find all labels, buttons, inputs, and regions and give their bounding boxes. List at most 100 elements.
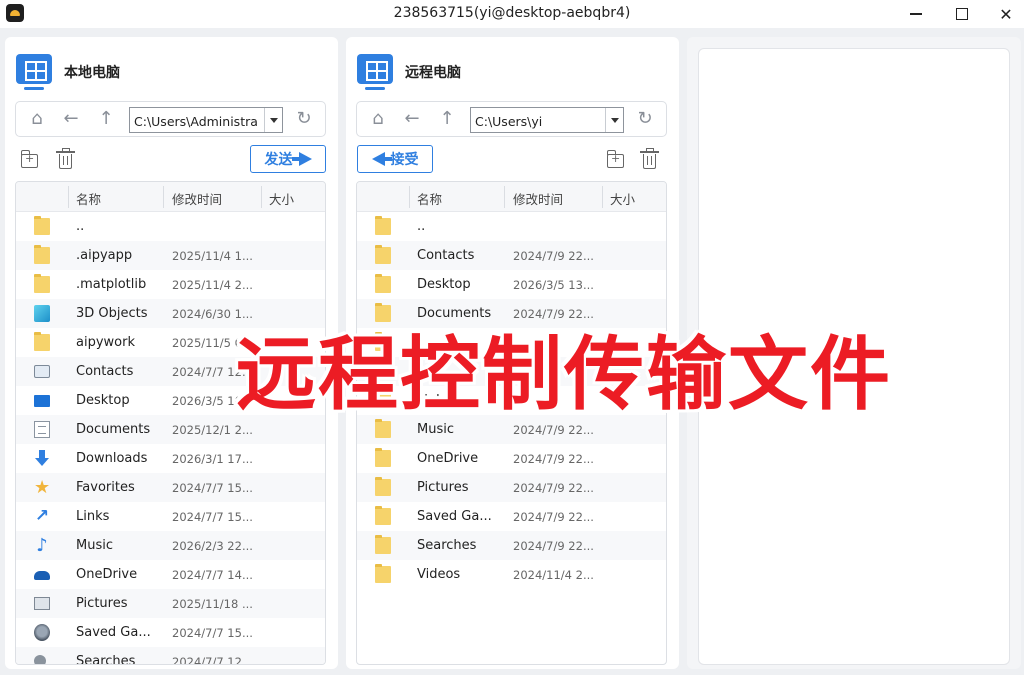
folder-icon: [34, 216, 50, 235]
local-nav-bar: ⌂ ← ↑ ↻: [15, 101, 326, 137]
refresh-icon[interactable]: ↻: [634, 108, 656, 130]
table-row[interactable]: ♪ Music 2026/2/3 22...: [16, 531, 325, 560]
file-modified-date: 2025/11/4 2...: [172, 278, 253, 292]
home-icon[interactable]: ⌂: [26, 108, 48, 130]
file-name: Saved Ga...: [76, 625, 151, 640]
folder-icon: [375, 535, 391, 554]
table-row[interactable]: ..: [16, 212, 325, 241]
home-icon[interactable]: ⌂: [367, 108, 389, 130]
window-title: 238563715(yi@desktop-aebqbr4): [393, 5, 631, 21]
column-name[interactable]: 名称: [417, 189, 442, 208]
column-modified[interactable]: 修改时间: [513, 189, 563, 208]
computer-icon: [15, 53, 53, 91]
close-button[interactable]: ✕: [986, 0, 1024, 28]
column-modified[interactable]: 修改时间: [172, 189, 222, 208]
favorites-icon: ★: [34, 477, 51, 498]
file-name: Contacts: [76, 364, 134, 379]
refresh-icon[interactable]: ↻: [293, 108, 315, 130]
file-name: .aipyapp: [76, 248, 133, 263]
file-modified-date: 2025/11/4 1...: [172, 249, 253, 263]
documents-icon: [34, 421, 50, 438]
column-size[interactable]: 大小: [610, 189, 635, 208]
table-row[interactable]: Saved Ga... 2024/7/9 22...: [357, 502, 666, 531]
remote-path-input[interactable]: [475, 112, 599, 130]
local-rows: .. .aipyapp 2025/11/4 1... .matplotlib 2025/…: [16, 212, 325, 665]
file-modified-date: 2024/11/4 2...: [513, 568, 594, 582]
file-name: Pictures: [417, 480, 469, 495]
contacts-icon: [34, 365, 50, 378]
chevron-down-icon[interactable]: [605, 108, 623, 132]
table-row[interactable]: ..: [357, 212, 666, 241]
file-name: 3D Objects: [76, 306, 148, 321]
table-row[interactable]: Searches 2024/7/7 12...: [16, 647, 325, 665]
table-row[interactable]: .matplotlib 2025/11/4 2...: [16, 270, 325, 299]
file-name: OneDrive: [76, 567, 138, 582]
table-row[interactable]: Contacts 2024/7/9 22...: [357, 241, 666, 270]
desktop-icon: [34, 395, 50, 407]
table-row[interactable]: Desktop 2026/3/5 13...: [357, 270, 666, 299]
local-path-input[interactable]: [134, 112, 258, 130]
folder-icon: [375, 506, 391, 525]
new-folder-icon[interactable]: [19, 149, 41, 171]
minimize-icon: [910, 13, 922, 15]
maximize-icon: [956, 8, 968, 20]
file-modified-date: 2024/7/7 14...: [172, 568, 253, 582]
arrow-right-icon: [291, 152, 312, 166]
table-row[interactable]: Downloads 2026/3/1 17...: [16, 444, 325, 473]
local-panel-title: 本地电脑: [64, 65, 120, 81]
table-row[interactable]: Pictures 2024/7/9 22...: [357, 473, 666, 502]
remote-path-combobox[interactable]: [470, 107, 624, 133]
receive-button-label: 接受: [390, 152, 419, 168]
up-arrow-icon[interactable]: ↑: [436, 108, 458, 130]
back-arrow-icon[interactable]: ←: [401, 108, 423, 130]
column-size[interactable]: 大小: [269, 189, 294, 208]
local-toolbar: 发送: [15, 145, 326, 175]
trash-icon[interactable]: [639, 148, 661, 171]
folder-icon: [34, 274, 50, 293]
table-row[interactable]: ↗ Links 2024/7/7 15...: [16, 502, 325, 531]
maximize-button[interactable]: [942, 0, 982, 28]
file-modified-date: 2024/7/7 15...: [172, 626, 253, 640]
trash-icon[interactable]: [55, 148, 77, 171]
table-row[interactable]: Videos 2024/11/4 2...: [357, 560, 666, 589]
minimize-button[interactable]: [896, 0, 936, 28]
file-modified-date: 2024/7/9 22...: [513, 481, 594, 495]
chevron-down-icon[interactable]: [264, 108, 282, 132]
send-button[interactable]: 发送: [250, 145, 326, 173]
file-modified-date: 2025/11/18 ...: [172, 597, 253, 611]
file-name: Links: [76, 509, 110, 524]
file-name: Searches: [417, 538, 477, 553]
table-row[interactable]: OneDrive 2024/7/7 14...: [16, 560, 325, 589]
table-row[interactable]: Saved Ga... 2024/7/7 15...: [16, 618, 325, 647]
onedrive-icon: [34, 571, 50, 580]
up-arrow-icon[interactable]: ↑: [95, 108, 117, 130]
file-modified-date: 2024/7/7 12...: [172, 655, 253, 665]
searches-icon: [34, 655, 46, 664]
local-path-combobox[interactable]: [129, 107, 283, 133]
folder-icon: [375, 216, 391, 235]
back-arrow-icon[interactable]: ←: [60, 108, 82, 130]
table-row[interactable]: Searches 2024/7/9 22...: [357, 531, 666, 560]
receive-button[interactable]: 接受: [357, 145, 433, 173]
file-name: Saved Ga...: [417, 509, 492, 524]
folder-icon: [375, 274, 391, 293]
table-row[interactable]: ★ Favorites 2024/7/7 15...: [16, 473, 325, 502]
table-row[interactable]: .aipyapp 2025/11/4 1...: [16, 241, 325, 270]
file-name: ..: [417, 219, 426, 234]
file-modified-date: 2026/3/1 17...: [172, 452, 253, 466]
file-modified-date: 2026/2/3 22...: [172, 539, 253, 553]
file-name: Downloads: [76, 451, 148, 466]
file-name: .matplotlib: [76, 277, 147, 292]
file-modified-date: 2024/7/7 15...: [172, 510, 253, 524]
new-folder-icon[interactable]: [605, 149, 627, 171]
table-row[interactable]: OneDrive 2024/7/9 22...: [357, 444, 666, 473]
file-modified-date: 2026/3/5 13...: [513, 278, 594, 292]
computer-icon: [356, 53, 394, 91]
file-name: Desktop: [76, 393, 130, 408]
saved-games-icon: [34, 624, 50, 641]
column-name[interactable]: 名称: [76, 189, 101, 208]
file-name: Documents: [76, 422, 151, 437]
remote-panel-header: 远程电脑: [356, 51, 461, 93]
table-row[interactable]: Pictures 2025/11/18 ...: [16, 589, 325, 618]
overlay-caption: 远程控制传输文件: [236, 328, 892, 421]
